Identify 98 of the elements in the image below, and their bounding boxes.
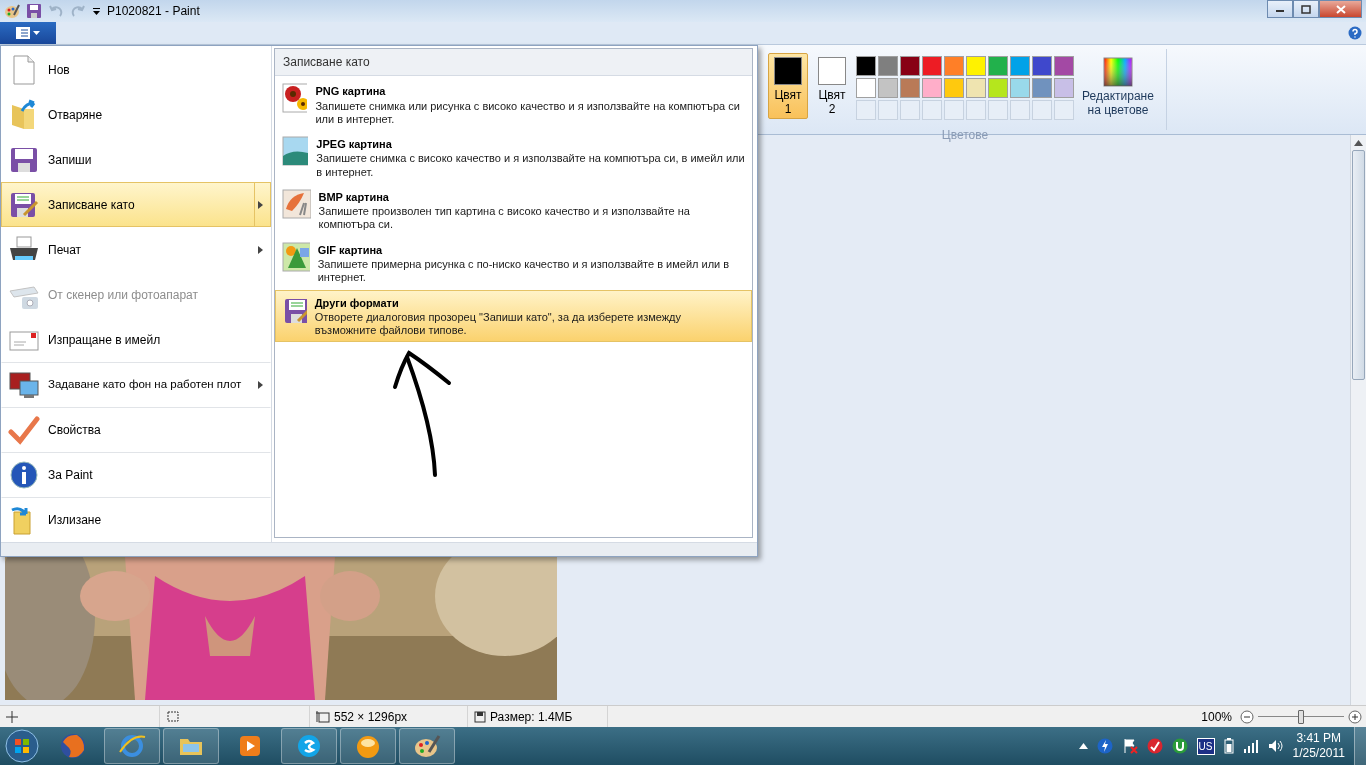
landscape-icon	[282, 135, 309, 166]
shield-icon[interactable]	[1146, 738, 1163, 754]
color-swatch[interactable]	[1054, 78, 1074, 98]
color-swatch[interactable]	[1032, 78, 1052, 98]
empty-swatch[interactable]	[1032, 100, 1052, 120]
selection-icon	[166, 710, 180, 723]
color-selector[interactable]: Цвят 2	[812, 53, 852, 119]
color-swatch[interactable]	[988, 78, 1008, 98]
empty-swatch[interactable]	[878, 100, 898, 120]
submenu-arrow-icon	[257, 245, 263, 254]
close-icon	[1335, 4, 1346, 14]
redo-icon[interactable]	[70, 3, 86, 19]
caret-icon	[33, 31, 40, 35]
speaker-icon[interactable]	[1267, 739, 1284, 753]
menu-item[interactable]: За Paint	[1, 452, 271, 497]
color-spectrum-icon	[1103, 57, 1133, 87]
clock[interactable]: 3:41 PM 1/25/2011	[1292, 731, 1345, 761]
color-swatch[interactable]	[900, 56, 920, 76]
language-indicator[interactable]: US	[1196, 737, 1215, 755]
submenu-arrow-icon	[257, 380, 263, 389]
color-swatch[interactable]	[966, 56, 986, 76]
format-option[interactable]: BMP картина Запишете произволен тип картина с високо качество и я използвайте на компютъра си.	[275, 183, 752, 237]
show-desktop-button[interactable]	[1354, 727, 1366, 765]
start-button[interactable]	[2, 728, 42, 764]
format-option[interactable]: JPEG картина Запишете снимка с високо качество и я използвайте на компютъра си, в имейл или в интернет.	[275, 130, 752, 184]
zoom-out-button[interactable]	[1240, 709, 1254, 724]
edit-colors-button[interactable]: Редактиране на цветове	[1078, 53, 1158, 130]
window-title: P1020821 - Paint	[107, 3, 200, 20]
submenu-title: Записване като	[275, 49, 752, 76]
maximize-icon	[1301, 4, 1311, 14]
app-menu-button[interactable]	[0, 22, 56, 44]
flag-icon[interactable]	[1121, 738, 1138, 754]
menu-item[interactable]: Свойства	[1, 407, 271, 452]
menu-item[interactable]: Печат	[1, 227, 271, 272]
color-swatch[interactable]	[1032, 56, 1052, 76]
color-swatch[interactable]	[922, 78, 942, 98]
move-cursor-icon	[6, 710, 18, 723]
zoom-level-text: 100%	[1201, 708, 1232, 726]
menu-item[interactable]: Нов	[1, 47, 271, 92]
empty-swatch[interactable]	[966, 100, 986, 120]
group-label: Цветове	[940, 127, 990, 144]
color-swatch[interactable]	[900, 78, 920, 98]
menu-item[interactable]: Отваряне	[1, 92, 271, 137]
scroll-up-icon[interactable]	[1354, 140, 1363, 146]
color-swatch[interactable]	[922, 56, 942, 76]
lightning-bolt-icon[interactable]	[1096, 738, 1113, 754]
file-size-text: Размер: 1.4МБ	[490, 708, 573, 726]
zoom-in-button[interactable]	[1348, 709, 1362, 724]
menu-item[interactable]: Записване като	[1, 182, 271, 227]
format-option[interactable]: PNG картина Запишете снимка или рисунка с високо качество и я използвайте на компютъра си или в интернет.	[275, 78, 752, 131]
globe-icon[interactable]	[59, 732, 87, 760]
empty-swatch[interactable]	[1010, 100, 1030, 120]
format-option[interactable]: Други формати Отворете диалоговия прозорец "Запиши като", за да изберете измежду възможните файлови типове.	[275, 289, 752, 343]
dimensions-text: 552 × 1296px	[334, 708, 408, 726]
color-swatch[interactable]	[944, 56, 964, 76]
empty-swatch[interactable]	[1054, 100, 1074, 120]
info-icon	[8, 458, 40, 491]
empty-swatch[interactable]	[900, 100, 920, 120]
color-swatch[interactable]	[878, 78, 898, 98]
color-swatch[interactable]	[1010, 78, 1030, 98]
dropdown-icon[interactable]	[92, 6, 101, 16]
save-icon[interactable]	[26, 3, 42, 19]
color-swatch[interactable]	[878, 56, 898, 76]
signal-icon[interactable]	[1242, 739, 1259, 753]
color-swatch[interactable]	[856, 78, 876, 98]
empty-swatch[interactable]	[988, 100, 1008, 120]
undo-icon[interactable]	[48, 3, 64, 19]
help-icon[interactable]	[1348, 26, 1362, 40]
menu-item[interactable]: Изпращане в имейл	[1, 317, 271, 362]
color-swatch[interactable]	[944, 78, 964, 98]
menu-icon	[16, 27, 30, 39]
empty-swatch[interactable]	[944, 100, 964, 120]
menu-item[interactable]: Задаване като фон на работен плот	[1, 362, 271, 407]
checkmark-icon	[8, 413, 40, 446]
color-swatch[interactable]	[1054, 56, 1074, 76]
flower-icon	[282, 83, 308, 113]
color-swatch[interactable]	[966, 78, 986, 98]
submenu-arrow-icon	[258, 200, 263, 209]
color-swatch[interactable]	[1010, 56, 1030, 76]
color-swatch[interactable]	[988, 56, 1008, 76]
show-hidden-icons-icon[interactable]	[1078, 743, 1088, 749]
battery-icon[interactable]	[1223, 738, 1234, 754]
color-swatch[interactable]	[856, 56, 876, 76]
canvas-size-icon	[316, 710, 330, 723]
menu-item[interactable]: Запиши	[1, 137, 271, 182]
zoom-slider[interactable]	[1258, 709, 1344, 724]
shapes-icon	[282, 241, 310, 272]
chat-bubble-icon[interactable]	[295, 732, 323, 760]
scrollbar-thumb[interactable]	[1352, 150, 1365, 380]
empty-swatch[interactable]	[922, 100, 942, 120]
format-option[interactable]: GIF картина Запишете примерна рисунка с по-ниско качество и я използвайте в имейл или в интернет.	[275, 236, 752, 290]
minimize-button[interactable]	[1267, 0, 1293, 18]
empty-swatch[interactable]	[856, 100, 876, 120]
brush-icon	[282, 188, 311, 219]
close-button[interactable]	[1319, 0, 1362, 18]
color-selector[interactable]: Цвят 1	[768, 53, 808, 119]
maximize-button[interactable]	[1293, 0, 1319, 18]
paint-palette-icon[interactable]	[4, 3, 20, 19]
